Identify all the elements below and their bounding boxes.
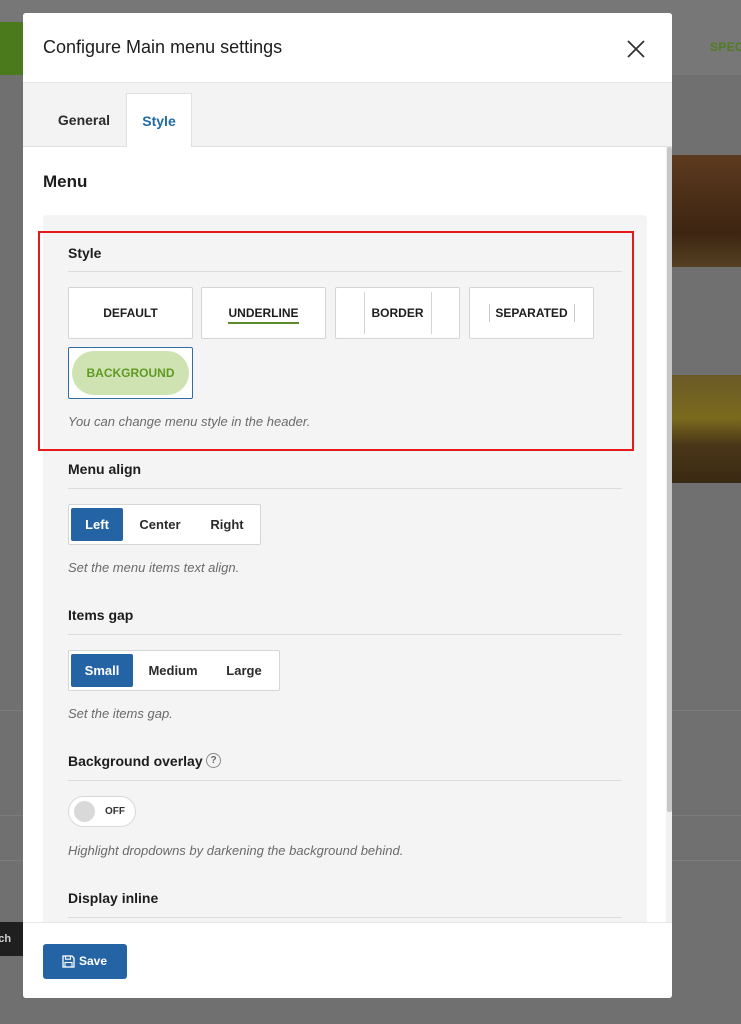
items-gap-label: Items gap <box>68 607 134 623</box>
scrollbar-thumb[interactable] <box>667 147 672 812</box>
style-option-label: BORDER <box>371 306 424 320</box>
style-option-label: UNDERLINE <box>228 306 299 324</box>
menu-align-left-button[interactable]: Left <box>71 508 123 541</box>
save-button-label: Save <box>79 954 108 968</box>
section-title: Menu <box>43 172 88 191</box>
style-option-label: DEFAULT <box>103 306 158 320</box>
style-label: Style <box>68 245 102 261</box>
toggle-state-label: OFF <box>105 806 125 817</box>
modal-header: Configure Main menu settings <box>23 13 672 83</box>
close-button[interactable] <box>624 37 648 61</box>
modal-body: Menu Style DEFAULT UNDERLINE BORDER SEPA… <box>23 147 672 922</box>
items-gap-help-text: Set the items gap. <box>68 706 173 721</box>
menu-align-label: Menu align <box>68 461 142 477</box>
items-gap-medium-button[interactable]: Medium <box>137 654 209 687</box>
toggle-knob <box>74 801 95 822</box>
items-gap-divider <box>68 634 622 635</box>
style-option-background[interactable]: BACKGROUND <box>68 347 193 399</box>
background-image-2 <box>672 375 741 483</box>
display-inline-divider <box>68 917 622 918</box>
background-search-button: rch <box>0 922 24 956</box>
help-icon[interactable]: ? <box>206 753 221 768</box>
background-overlay-toggle[interactable]: OFF <box>68 796 136 827</box>
items-gap-small-button[interactable]: Small <box>71 654 133 687</box>
border-line-left <box>364 292 365 334</box>
style-divider <box>68 271 622 272</box>
display-inline-label: Display inline <box>68 890 159 906</box>
menu-align-help-text: Set the menu items text align. <box>68 560 240 575</box>
menu-align-center-button[interactable]: Center <box>127 508 193 541</box>
menu-align-divider <box>68 488 622 489</box>
background-overlay-help-text: Highlight dropdowns by darkening the bac… <box>68 843 404 858</box>
background-overlay-divider <box>68 780 622 781</box>
separator-line-left <box>489 304 490 322</box>
save-button[interactable]: Save <box>43 944 127 979</box>
separator-line-right <box>574 304 575 322</box>
items-gap-group: Small Medium Large <box>68 650 280 691</box>
items-gap-large-button[interactable]: Large <box>213 654 275 687</box>
background-green-block <box>0 22 24 75</box>
style-option-border[interactable]: BORDER <box>335 287 460 339</box>
modal-footer: Save <box>23 922 672 998</box>
border-line-right <box>431 292 432 334</box>
style-help-text: You can change menu style in the header. <box>68 414 311 429</box>
tab-general[interactable]: General <box>43 93 125 148</box>
tab-bar: General Style <box>23 83 672 148</box>
settings-panel: Style DEFAULT UNDERLINE BORDER SEPARATED… <box>43 215 647 922</box>
style-option-label: SEPARATED <box>495 306 568 320</box>
style-option-default[interactable]: DEFAULT <box>68 287 193 339</box>
background-overlay-label: Background overlay <box>68 753 203 769</box>
style-option-underline[interactable]: UNDERLINE <box>201 287 326 339</box>
menu-align-right-button[interactable]: Right <box>197 508 257 541</box>
background-image-1 <box>672 155 741 267</box>
style-option-separated[interactable]: SEPARATED <box>469 287 594 339</box>
style-option-label: BACKGROUND <box>72 351 189 395</box>
close-icon <box>627 40 645 58</box>
modal-title: Configure Main menu settings <box>43 37 283 57</box>
save-icon <box>62 955 75 968</box>
menu-align-group: Left Center Right <box>68 504 261 545</box>
tab-style[interactable]: Style <box>126 93 192 148</box>
background-spec-text: SPEC <box>710 40 741 54</box>
settings-modal: Configure Main menu settings General Sty… <box>23 13 672 998</box>
